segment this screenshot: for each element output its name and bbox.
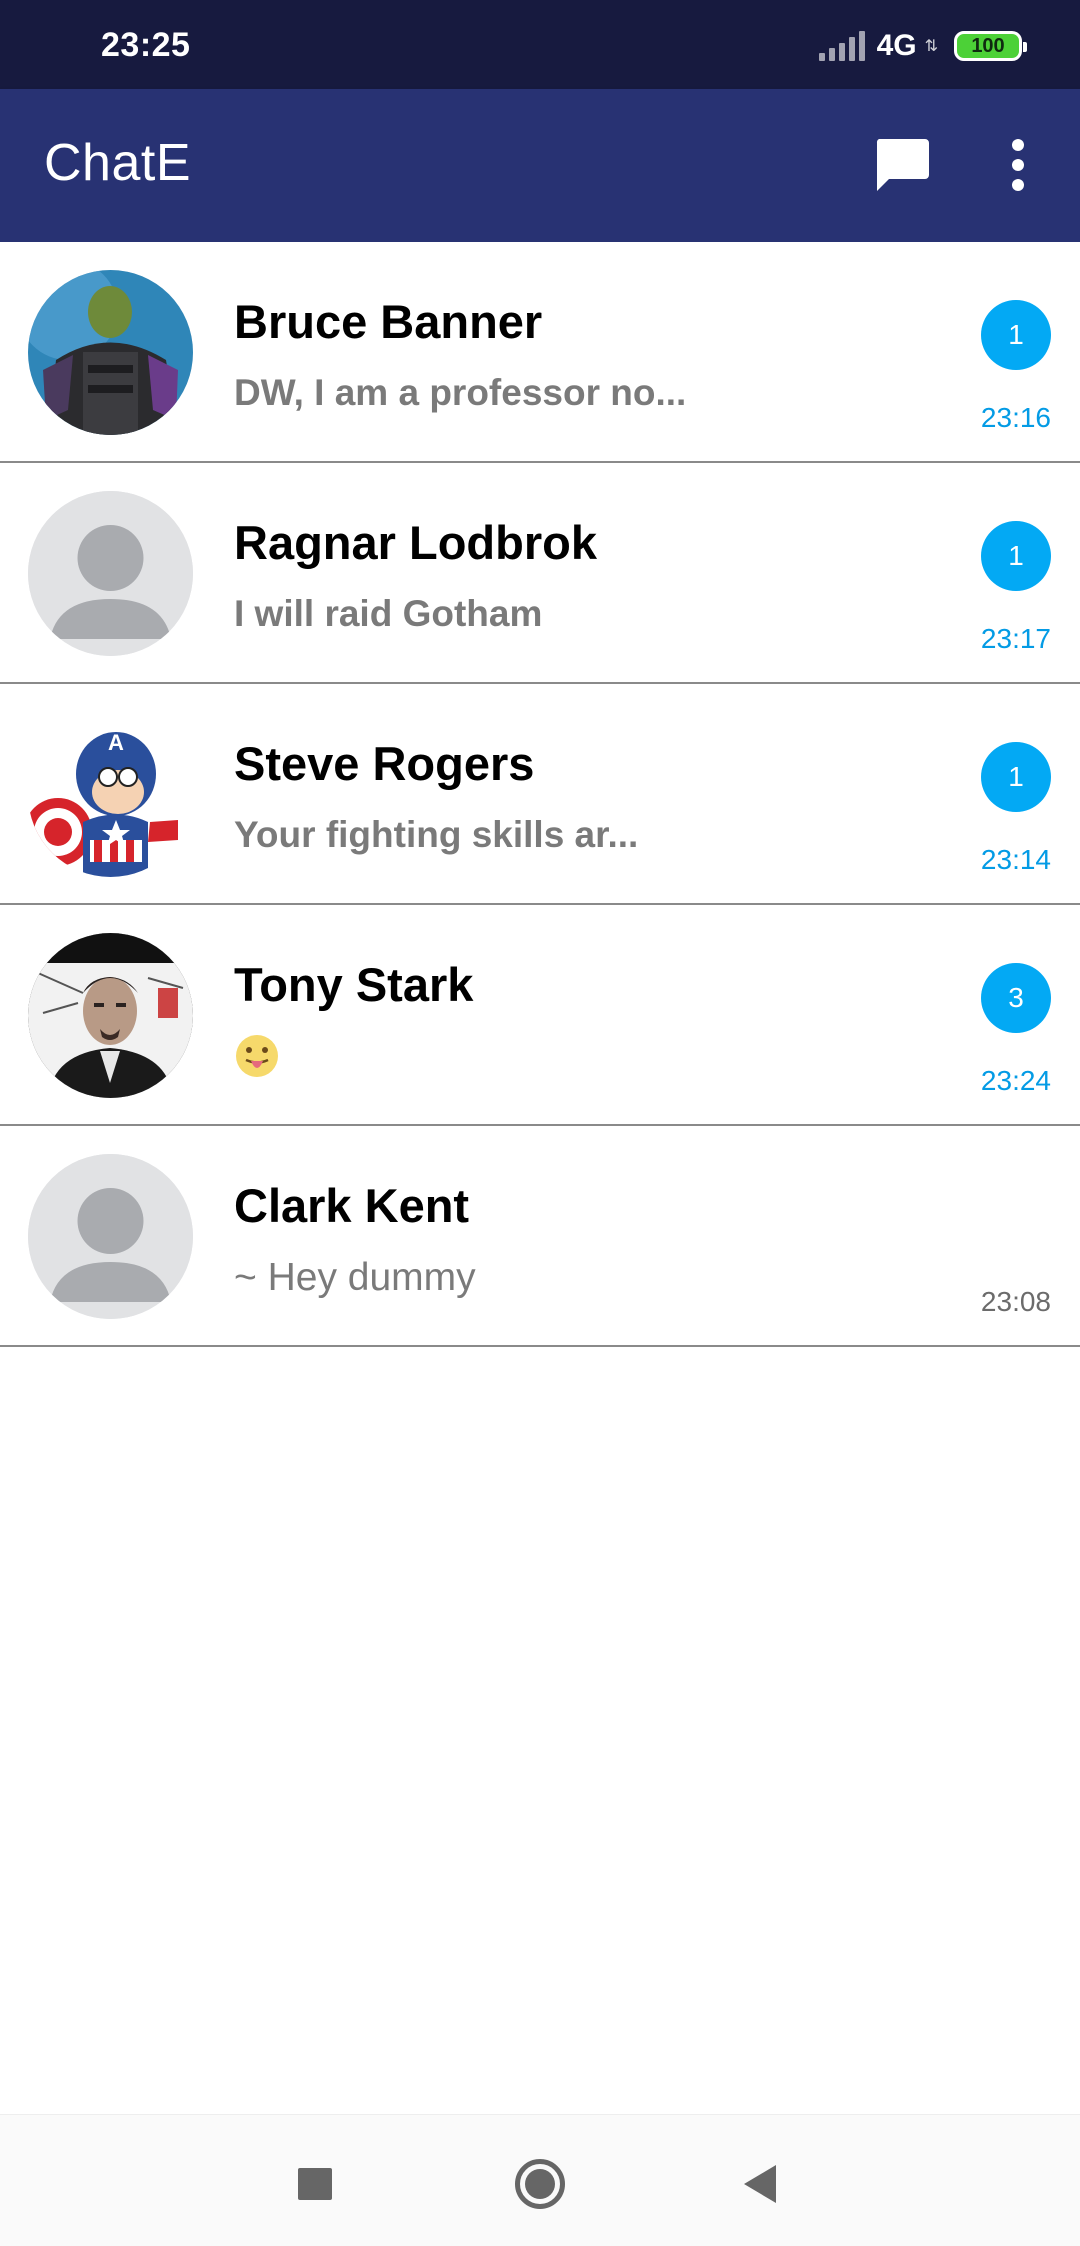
unread-badge: 3 bbox=[981, 963, 1051, 1033]
message-time: 23:08 bbox=[980, 1286, 1051, 1317]
avatar[interactable] bbox=[28, 933, 193, 1098]
last-message: Your fighting skills ar... bbox=[234, 814, 639, 855]
chat-row-ragnar-lodbrok[interactable]: Ragnar Lodbrok I will raid Gotham 1 23:1… bbox=[0, 463, 1080, 684]
chat-row-bruce-banner[interactable]: Bruce Banner DW, I am a professor no... … bbox=[0, 242, 1080, 463]
unread-badge: 1 bbox=[981, 742, 1051, 812]
new-chat-button[interactable] bbox=[872, 135, 932, 195]
contact-name: Bruce Banner bbox=[234, 295, 543, 348]
new-chat-icon bbox=[876, 139, 929, 191]
captain-america-avatar-image: A bbox=[28, 712, 193, 877]
system-nav-bar bbox=[0, 2114, 1080, 2246]
avatar[interactable] bbox=[28, 1154, 193, 1319]
tongue-out-emoji-icon bbox=[236, 1035, 278, 1077]
more-options-button[interactable] bbox=[998, 135, 1038, 195]
chat-row-tony-stark[interactable]: Tony Stark 3 23:24 bbox=[0, 905, 1080, 1126]
message-time: 23:17 bbox=[980, 623, 1051, 654]
status-bar: 23:25 4G ⇅ 100 bbox=[0, 0, 1080, 89]
message-time: 23:16 bbox=[980, 402, 1051, 433]
default-person-icon bbox=[28, 1154, 193, 1319]
unread-badge: 1 bbox=[981, 521, 1051, 591]
avatar[interactable]: A bbox=[28, 712, 193, 877]
home-circle-icon[interactable] bbox=[515, 2159, 565, 2209]
svg-text:A: A bbox=[108, 730, 124, 755]
network-arrows-icon: ⇅ bbox=[924, 38, 938, 55]
avatar[interactable] bbox=[28, 491, 193, 656]
network-type: 4G bbox=[876, 29, 917, 62]
status-time: 23:25 bbox=[101, 26, 191, 64]
battery-level: 100 bbox=[971, 34, 1005, 57]
more-vert-icon bbox=[1012, 139, 1024, 151]
chat-row-clark-kent[interactable]: Clark Kent ~ Hey dummy 23:08 bbox=[0, 1126, 1080, 1347]
contact-name: Clark Kent bbox=[234, 1179, 470, 1232]
tony-stark-avatar-image bbox=[28, 933, 193, 1098]
app-title: ChatE bbox=[44, 134, 192, 192]
battery-icon: 100 bbox=[954, 31, 1027, 61]
back-triangle-icon[interactable] bbox=[744, 2165, 776, 2203]
default-person-icon bbox=[28, 491, 193, 656]
chat-row-steve-rogers[interactable]: A Steve Rogers Your fighting skills ar..… bbox=[0, 684, 1080, 905]
avatar[interactable] bbox=[28, 270, 193, 435]
last-message: ~ Hey dummy bbox=[234, 1256, 476, 1299]
last-message: I will raid Gotham bbox=[234, 593, 543, 634]
last-message: DW, I am a professor no... bbox=[234, 372, 687, 413]
contact-name: Tony Stark bbox=[234, 958, 474, 1011]
recents-square-icon[interactable] bbox=[298, 2168, 332, 2200]
message-time: 23:14 bbox=[980, 844, 1051, 875]
message-time: 23:24 bbox=[980, 1065, 1051, 1096]
hulk-avatar-image bbox=[28, 270, 193, 435]
app-bar: ChatE bbox=[0, 89, 1080, 242]
contact-name: Ragnar Lodbrok bbox=[234, 516, 597, 569]
signal-icon bbox=[818, 31, 865, 61]
unread-badge: 1 bbox=[981, 300, 1051, 370]
contact-name: Steve Rogers bbox=[234, 737, 535, 790]
status-indicators: 4G ⇅ 100 bbox=[818, 28, 1027, 64]
chat-list: Bruce Banner DW, I am a professor no... … bbox=[0, 242, 1080, 1347]
